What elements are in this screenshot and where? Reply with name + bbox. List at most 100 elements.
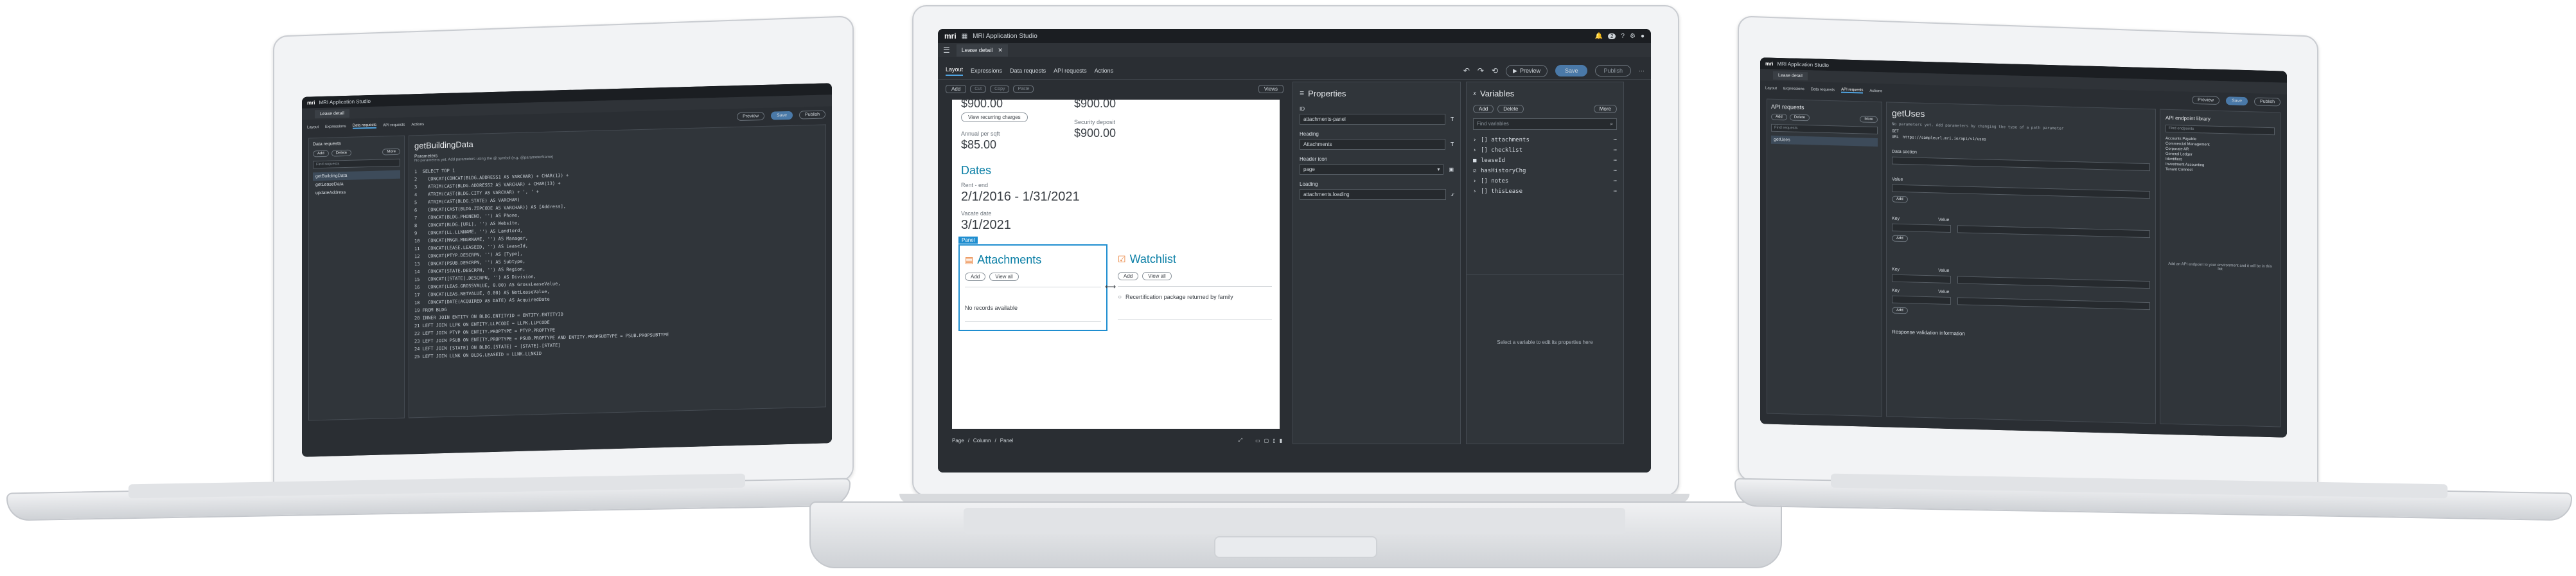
variable-item[interactable]: ›[] attachments ⋯ <box>1473 135 1617 145</box>
left-delete-request-button[interactable]: Delete <box>331 149 352 157</box>
text-format-icon[interactable]: T <box>1451 141 1454 147</box>
text-format-icon[interactable]: T <box>1451 116 1454 122</box>
variable-item[interactable]: ■ leaseId ⋯ <box>1473 156 1617 166</box>
add-pair-button[interactable]: Add <box>1892 307 1908 314</box>
right-publish-button[interactable]: Publish <box>2254 96 2280 106</box>
header-icon-select[interactable]: page ▾ <box>1300 164 1444 175</box>
radio-icon[interactable]: ○ <box>1118 294 1122 301</box>
bell-icon[interactable]: 🔔 <box>1595 33 1603 40</box>
key-input[interactable] <box>1892 223 1951 233</box>
attachments-view-all-button[interactable]: View all <box>989 273 1019 281</box>
variable-item[interactable]: ›[] notes ⋯ <box>1473 176 1617 186</box>
left-tab-expressions[interactable]: Expressions <box>325 125 346 129</box>
mobile-view-icon[interactable]: ▮ <box>1280 438 1282 444</box>
left-request-item[interactable]: updateAddress <box>313 187 400 198</box>
value-input[interactable] <box>1957 297 2150 310</box>
center-tab-layout[interactable]: Layout <box>946 66 964 76</box>
watchlist-panel[interactable]: ☑ Watchlist Add View all ○ Recertificati… <box>1118 248 1272 331</box>
left-more-button[interactable]: More <box>382 148 400 156</box>
variable-item[interactable]: ›[] checklist ⋯ <box>1473 145 1617 156</box>
more-options-icon[interactable]: ⋯ <box>1639 68 1645 75</box>
copy-button[interactable]: Copy <box>990 85 1010 93</box>
watchlist-item[interactable]: ○ Recertification package returned by fa… <box>1118 294 1266 301</box>
value-input[interactable] <box>1957 225 2150 239</box>
breadcrumb-panel[interactable]: Panel <box>1000 438 1013 444</box>
left-add-request-button[interactable]: Add <box>313 150 329 158</box>
expression-icon[interactable]: 𝑥 <box>1451 192 1454 198</box>
more-options-icon[interactable]: ⋯ <box>1614 176 1617 186</box>
center-tab-expressions[interactable]: Expressions <box>971 68 1002 74</box>
center-preview-button[interactable]: ▶ Preview <box>1506 64 1548 77</box>
left-tab-actions[interactable]: Actions <box>411 123 424 127</box>
more-options-icon[interactable]: ⋯ <box>1614 135 1617 145</box>
center-publish-button[interactable]: Publish <box>1595 65 1631 76</box>
key-input[interactable] <box>1892 274 1951 284</box>
left-tab-layout[interactable]: Layout <box>307 125 319 129</box>
chevron-right-icon[interactable]: › <box>1473 176 1481 186</box>
desktop-view-icon[interactable]: ▭ <box>1255 438 1260 444</box>
views-button[interactable]: Views <box>1258 84 1284 93</box>
variables-search-input[interactable]: Find variables ⌕ <box>1473 118 1617 130</box>
right-tab-actions[interactable]: Actions <box>1869 89 1882 94</box>
left-sql-editor[interactable]: 1 SELECT TOP 1 2 CONCAT(CONCAT(BLDG.ADDR… <box>414 158 820 361</box>
center-save-button[interactable]: Save <box>1555 65 1588 76</box>
left-request-search-input[interactable]: Find requests <box>313 158 400 169</box>
attachments-add-button[interactable]: Add <box>965 273 986 281</box>
variable-item[interactable]: ›[] thisLease ⋯ <box>1473 186 1617 197</box>
settings-gear-icon[interactable]: ⚙ <box>1630 33 1636 40</box>
right-doc-tab[interactable]: Lease detail <box>1773 71 1808 80</box>
right-tab-api-requests[interactable]: API requests <box>1841 87 1864 94</box>
right-delete-request-button[interactable]: Delete <box>1789 114 1810 122</box>
value-input[interactable] <box>1957 276 2150 289</box>
right-request-search-input[interactable]: Find requests <box>1771 123 1878 135</box>
left-tab-api-requests[interactable]: API requests <box>383 123 405 128</box>
right-request-item[interactable]: getUses <box>1771 135 1878 147</box>
chevron-right-icon[interactable]: › <box>1473 135 1481 145</box>
heading-input[interactable]: Attachments <box>1300 139 1446 150</box>
variables-more-button[interactable]: More <box>1593 105 1617 113</box>
right-preview-button[interactable]: Preview <box>2192 95 2220 105</box>
add-value-button[interactable]: Add <box>1892 195 1908 203</box>
add-component-button[interactable]: Add <box>946 84 967 93</box>
center-tab-api-requests[interactable]: API requests <box>1054 68 1087 74</box>
breadcrumb-page[interactable]: Page <box>952 438 964 444</box>
history-icon[interactable]: ⟲ <box>1492 66 1498 75</box>
library-search-input[interactable]: Find endpoints <box>2166 124 2275 136</box>
left-tab-data-requests[interactable]: Data requests <box>352 123 377 129</box>
image-icon[interactable]: ▣ <box>1449 166 1454 172</box>
apps-grid-icon[interactable]: ▦ <box>962 33 967 40</box>
user-icon[interactable]: ● <box>1641 33 1645 40</box>
paste-button[interactable]: Paste <box>1013 85 1034 93</box>
add-variable-button[interactable]: Add <box>1473 105 1494 113</box>
expand-icon[interactable]: ⤢ <box>1239 437 1242 444</box>
loading-input[interactable]: attachments.loading <box>1300 189 1446 200</box>
laptop-view-icon[interactable]: ▢ <box>1264 438 1269 444</box>
right-tab-layout[interactable]: Layout <box>1765 86 1777 90</box>
attachments-panel[interactable]: Panel ▤ Attachments Add View all No reco… <box>958 237 1107 331</box>
more-options-icon[interactable]: ⋯ <box>1614 186 1617 197</box>
right-more-button[interactable]: More <box>1860 116 1878 123</box>
view-recurring-charges-button[interactable]: View recurring charges <box>961 113 1028 122</box>
redo-icon[interactable]: ↷ <box>1478 66 1484 75</box>
more-options-icon[interactable]: ⋯ <box>1614 145 1617 156</box>
left-save-button[interactable]: Save <box>771 111 793 120</box>
undo-icon[interactable]: ↶ <box>1463 66 1470 75</box>
right-tab-data-requests[interactable]: Data requests <box>1811 87 1835 92</box>
watchlist-view-all-button[interactable]: View all <box>1142 272 1172 280</box>
id-input[interactable]: attachments-panel <box>1300 114 1446 125</box>
delete-variable-button[interactable]: Delete <box>1497 105 1524 113</box>
center-doc-tab[interactable]: Lease detail ✕ <box>956 44 1008 57</box>
watchlist-add-button[interactable]: Add <box>1118 272 1139 280</box>
help-icon[interactable]: ? <box>1621 33 1625 40</box>
left-doc-tab[interactable]: Lease detail <box>315 109 349 118</box>
left-preview-button[interactable]: Preview <box>737 111 765 121</box>
right-tab-expressions[interactable]: Expressions <box>1783 87 1804 91</box>
key-input[interactable] <box>1892 295 1951 305</box>
tablet-view-icon[interactable]: ▯ <box>1273 438 1275 444</box>
chevron-right-icon[interactable]: › <box>1473 186 1481 197</box>
breadcrumb-column[interactable]: Column <box>973 438 991 444</box>
right-save-button[interactable]: Save <box>2226 96 2248 105</box>
center-tab-data-requests[interactable]: Data requests <box>1010 68 1046 74</box>
variable-item[interactable]: ☑ hasHistoryChg ⋯ <box>1473 166 1617 176</box>
hamburger-menu-icon[interactable]: ☰ <box>943 46 950 55</box>
